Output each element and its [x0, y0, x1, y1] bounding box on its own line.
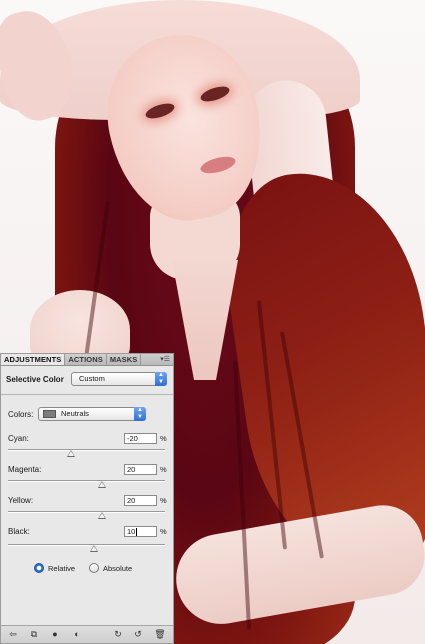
- absolute-radio[interactable]: [89, 563, 99, 573]
- color-swatch: [43, 410, 56, 418]
- black-field[interactable]: 10: [124, 526, 157, 537]
- magenta-label: Magenta:: [8, 465, 42, 474]
- colors-label: Colors:: [8, 410, 34, 419]
- relative-label: Relative: [48, 564, 76, 573]
- visibility-icon[interactable]: ●: [49, 629, 61, 640]
- layer-clip-icon[interactable]: ⧉: [28, 629, 40, 640]
- yellow-field[interactable]: 20: [124, 495, 157, 506]
- black-unit: %: [160, 527, 167, 536]
- black-value: 10: [127, 527, 136, 536]
- yellow-slider-track[interactable]: [8, 511, 165, 513]
- cyan-field[interactable]: -20: [124, 433, 157, 444]
- cyan-unit: %: [160, 434, 167, 443]
- preset-value: Custom: [79, 374, 105, 383]
- back-arrow-icon[interactable]: ⇦: [7, 629, 19, 640]
- black-slider-thumb[interactable]: [90, 545, 99, 552]
- colors-select[interactable]: Neutrals ▲ ▼: [38, 407, 146, 421]
- cyan-label: Cyan:: [8, 434, 29, 443]
- yellow-unit: %: [160, 496, 167, 505]
- absolute-label: Absolute: [103, 564, 133, 573]
- tab-actions[interactable]: ACTIONS: [65, 354, 107, 365]
- divider: [1, 394, 173, 395]
- tab-adjustments[interactable]: ADJUSTMENTS: [1, 354, 66, 365]
- adjustment-title: Selective Color: [6, 375, 64, 384]
- relative-radio[interactable]: [34, 563, 44, 573]
- cyan-slider-thumb[interactable]: [66, 450, 75, 457]
- magenta-slider-thumb[interactable]: [98, 481, 107, 488]
- cyan-slider-track[interactable]: [8, 449, 165, 451]
- trash-icon[interactable]: 🗑: [154, 629, 166, 640]
- adjustment-header: Selective Color Custom ▲ ▼: [1, 372, 173, 388]
- updown-arrows-icon: ▲ ▼: [155, 372, 167, 386]
- yellow-label: Yellow:: [8, 496, 34, 505]
- updown-arrows-icon: ▲ ▼: [134, 407, 146, 421]
- adjustments-panel: ADJUSTMENTS ACTIONS MASKS ▾☰ Selective C…: [0, 353, 174, 644]
- previous-state-icon[interactable]: ↻: [112, 629, 124, 640]
- panel-menu-icon[interactable]: ▾☰: [160, 355, 170, 365]
- magenta-field[interactable]: 20: [124, 464, 157, 475]
- magenta-slider-track[interactable]: [8, 480, 165, 482]
- magenta-unit: %: [160, 465, 167, 474]
- text-cursor: [136, 528, 138, 537]
- colors-row: Colors: Neutrals ▲ ▼: [1, 407, 173, 423]
- mask-icon[interactable]: ◐: [71, 629, 83, 640]
- colors-value: Neutrals: [61, 409, 89, 418]
- reset-icon[interactable]: ↺: [132, 629, 144, 640]
- preset-select[interactable]: Custom ▲ ▼: [71, 372, 167, 386]
- yellow-slider-thumb[interactable]: [98, 512, 107, 519]
- panel-footer: ⇦ ⧉ ● ◐ ↻ ↺ 🗑: [1, 625, 173, 643]
- black-label: Black:: [8, 527, 30, 536]
- black-slider-track[interactable]: [8, 544, 165, 546]
- panel-tab-bar: ADJUSTMENTS ACTIONS MASKS ▾☰: [1, 354, 173, 366]
- tab-masks[interactable]: MASKS: [107, 354, 142, 365]
